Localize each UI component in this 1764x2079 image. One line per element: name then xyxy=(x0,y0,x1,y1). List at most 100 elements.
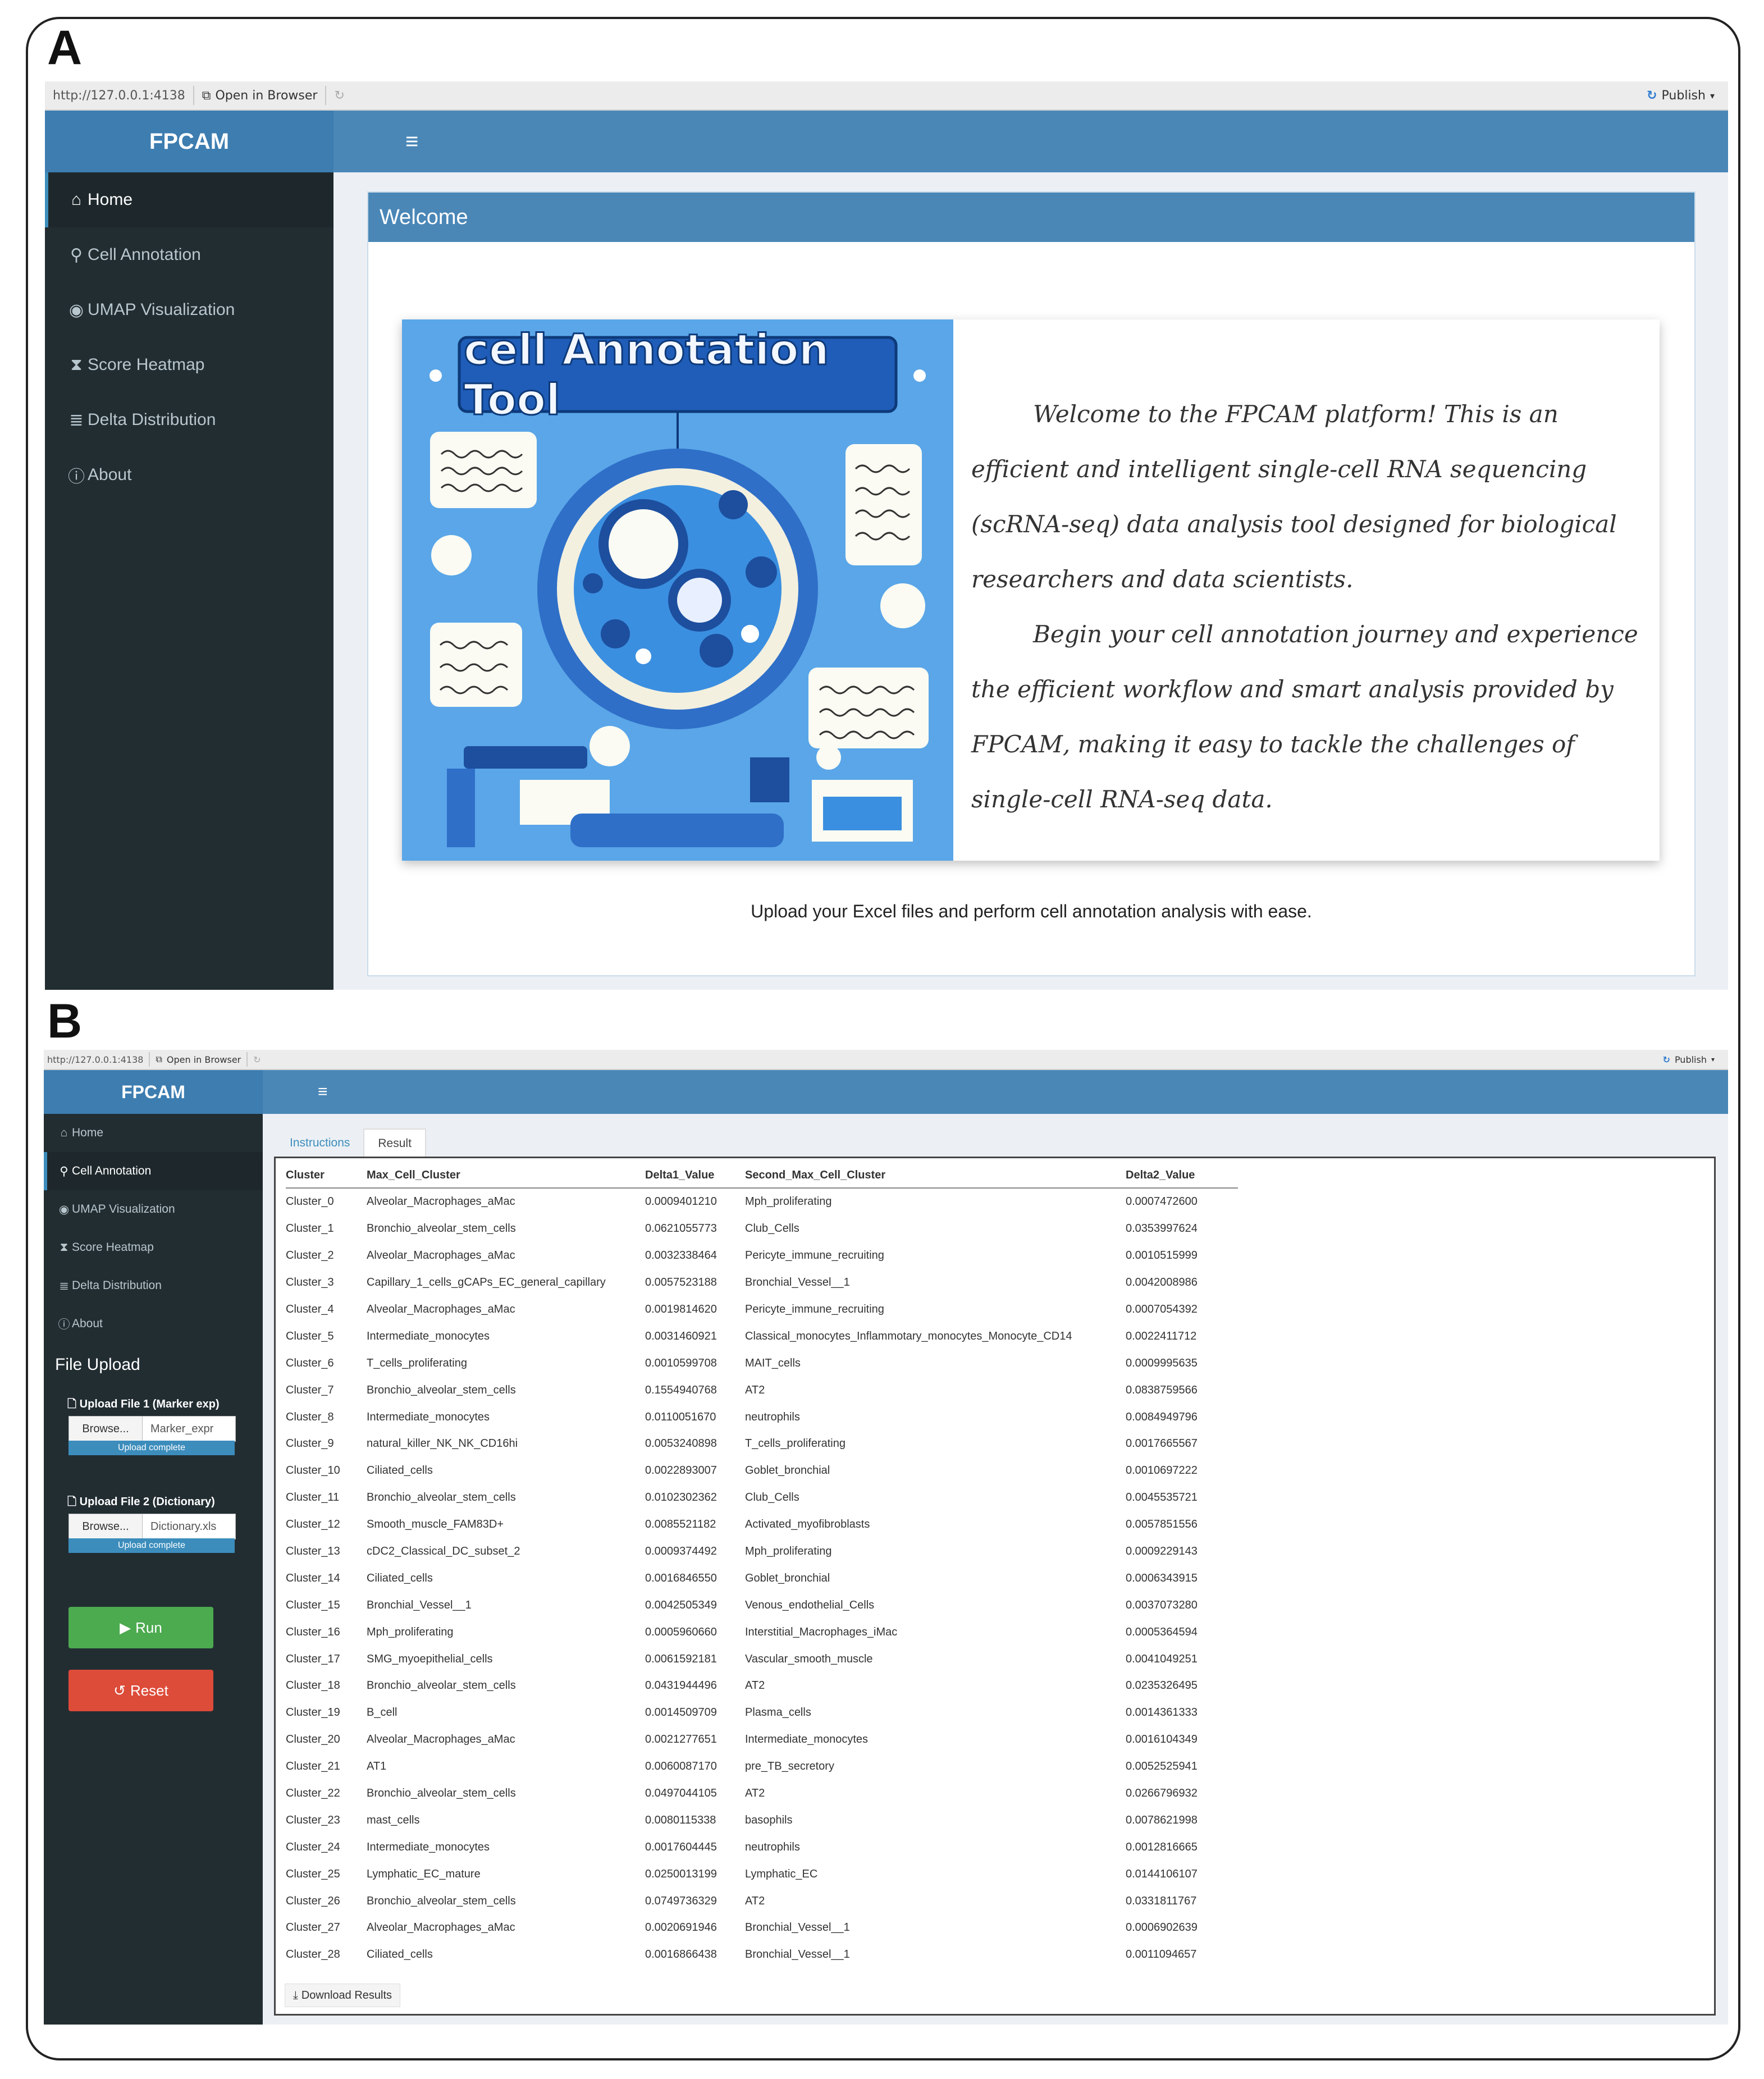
table-cell: B_cell xyxy=(367,1706,397,1719)
info-icon: ⓘ xyxy=(68,468,85,486)
column-header[interactable]: Cluster xyxy=(286,1163,367,1189)
sidebar-item-cell-annotation[interactable]: ⚲ Cell Annotation xyxy=(45,227,333,282)
refresh-icon[interactable]: ↻ xyxy=(253,1054,261,1065)
reset-button[interactable]: ↺ Reset xyxy=(68,1670,213,1711)
welcome-description: Welcome to the FPCAM platform! This is a… xyxy=(971,387,1639,827)
table-row: Cluster_22 Bronchio_alveolar_stem_cells 0.… xyxy=(286,1780,1238,1807)
browse-button-1[interactable]: Browse... xyxy=(69,1417,143,1441)
column-header[interactable]: Delta2_Value xyxy=(1126,1163,1238,1189)
table-cell: Smooth_muscle_FAM83D+ xyxy=(367,1518,504,1531)
tab-instructions[interactable]: Instructions xyxy=(276,1128,363,1158)
top-navbar-b: FPCAM ≡ xyxy=(44,1070,1728,1114)
table-cell: Cluster_1 xyxy=(286,1222,334,1235)
sidebar-item-score-heatmap[interactable]: ⧗ Score Heatmap xyxy=(44,1228,263,1267)
table-cell: Classical_monocytes_Inflammotary_monocyt… xyxy=(745,1329,1072,1342)
sidebar-item-umap[interactable]: ◉ UMAP Visualization xyxy=(44,1190,263,1228)
table-cell: Capillary_1_cells_gCAPs_EC_general_capil… xyxy=(367,1276,606,1289)
hamburger-icon[interactable]: ≡ xyxy=(318,1070,328,1114)
table-cell: 0.0006902639 xyxy=(1126,1921,1198,1934)
sidebar-item-umap[interactable]: ◉ UMAP Visualization xyxy=(45,282,333,337)
refresh-icon[interactable]: ↻ xyxy=(334,89,344,103)
table-cell: Interstitial_Macrophages_iMac xyxy=(745,1625,898,1638)
table-cell: 0.0061592181 xyxy=(645,1652,717,1665)
open-in-browser-button-b[interactable]: ⧉ Open in Browser xyxy=(156,1054,241,1065)
table-cell: Intermediate_monocytes xyxy=(745,1733,869,1746)
sidebar-item-delta-distribution[interactable]: ≣ Delta Distribution xyxy=(44,1267,263,1305)
sidebar-item-about[interactable]: ⓘ About xyxy=(45,447,333,502)
open-in-browser-button[interactable]: ⧉ Open in Browser xyxy=(202,89,318,103)
publish-button[interactable]: ↻ Publish ▾ xyxy=(1647,89,1715,103)
column-header[interactable]: Delta1_Value xyxy=(645,1163,745,1189)
column-header[interactable]: Second_Max_Cell_Cluster xyxy=(745,1163,1126,1189)
table-cell: AT2 xyxy=(745,1679,765,1692)
hourglass-icon: ⧗ xyxy=(70,355,83,374)
table-cell: Plasma_cells xyxy=(745,1706,811,1719)
table-cell: 0.0037073280 xyxy=(1126,1598,1198,1611)
table-cell: 0.0009374492 xyxy=(645,1545,717,1558)
table-cell: 0.0016846550 xyxy=(645,1571,717,1584)
url-text-b[interactable]: http://127.0.0.1:4138 xyxy=(47,1054,143,1065)
upload-file-1-input[interactable]: Browse... Marker_expr xyxy=(68,1416,236,1442)
table-cell: 0.0235326495 xyxy=(1126,1679,1198,1692)
hamburger-icon[interactable]: ≡ xyxy=(405,111,418,172)
table-cell: 0.0016104349 xyxy=(1126,1733,1198,1746)
table-row: Cluster_27 Alveolar_Macrophages_aMac 0.002… xyxy=(286,1914,1238,1941)
table-cell: 0.0102302362 xyxy=(645,1491,717,1504)
upload-file-2-input[interactable]: Browse... Dictionary.xls xyxy=(68,1514,236,1539)
sidebar-item-home[interactable]: ⌂ Home xyxy=(45,172,333,227)
welcome-paragraph-1: Welcome to the FPCAM platform! This is a… xyxy=(971,400,1617,593)
table-cell: Ciliated_cells xyxy=(367,1464,433,1477)
table-cell: 0.0014361333 xyxy=(1126,1706,1198,1719)
sidebar-item-home[interactable]: ⌂ Home xyxy=(44,1114,263,1152)
column-header[interactable]: Max_Cell_Cluster xyxy=(367,1163,645,1189)
app-window-b: FPCAM ≡ ⌂ Home ⚲ Cell Annotation ◉ UMAP … xyxy=(44,1070,1728,2025)
table-cell: 0.0331811767 xyxy=(1126,1894,1197,1907)
result-tabs: Instructions Result xyxy=(276,1128,426,1158)
table-row: Cluster_28 Ciliated_cells 0.0016866438 Bron… xyxy=(286,1941,1238,1968)
table-cell: 0.0006343915 xyxy=(1126,1571,1198,1584)
welcome-footer-text: Upload your Excel files and perform cell… xyxy=(751,901,1312,921)
table-cell: Intermediate_monocytes xyxy=(367,1329,490,1342)
sidebar-item-delta-distribution[interactable]: ≣ Delta Distribution xyxy=(45,392,333,447)
welcome-card: cell Annotation Tool Welcome to the FPCA… xyxy=(402,319,1660,861)
app-logo-b[interactable]: FPCAM xyxy=(44,1070,263,1114)
table-row: Cluster_15 Bronchial_Vessel__1 0.004250534… xyxy=(286,1592,1238,1619)
browser-bar-b: http://127.0.0.1:4138 ⧉ Open in Browser … xyxy=(44,1050,1728,1070)
sidebar-item-cell-annotation[interactable]: ⚲ Cell Annotation xyxy=(44,1152,263,1190)
table-cell: natural_killer_NK_NK_CD16hi xyxy=(367,1437,518,1450)
publish-icon: ↻ xyxy=(1662,1054,1670,1065)
upload-file-1-label: 🗋 Upload File 1 (Marker exp) xyxy=(67,1398,220,1410)
table-row: Cluster_12 Smooth_muscle_FAM83D+ 0.0085521… xyxy=(286,1511,1238,1538)
undo-icon: ↺ xyxy=(113,1682,126,1699)
home-icon: ⌂ xyxy=(60,1126,68,1139)
table-cell: Lymphatic_EC_mature xyxy=(367,1867,481,1880)
table-cell: 0.0621055773 xyxy=(645,1222,717,1235)
table-cell: Bronchio_alveolar_stem_cells xyxy=(367,1787,516,1800)
table-cell: Cluster_25 xyxy=(286,1867,340,1880)
publish-button-b[interactable]: ↻ Publish ▾ xyxy=(1663,1054,1715,1065)
table-cell: Mph_proliferating xyxy=(367,1625,454,1638)
tab-result[interactable]: Result xyxy=(363,1128,426,1158)
run-button[interactable]: ▶ Run xyxy=(68,1607,213,1648)
table-cell: 0.0007054392 xyxy=(1126,1303,1198,1315)
table-cell: 0.0085521182 xyxy=(645,1518,716,1531)
chevron-down-icon: ▾ xyxy=(1711,1056,1715,1063)
browse-button-2[interactable]: Browse... xyxy=(69,1514,143,1539)
browser-bar: http://127.0.0.1:4138 ⧉ Open in Browser … xyxy=(45,81,1728,111)
table-cell: Cluster_12 xyxy=(286,1518,340,1531)
table-cell: 0.0017665567 xyxy=(1126,1437,1198,1450)
sidebar-item-score-heatmap[interactable]: ⧗ Score Heatmap xyxy=(45,337,333,392)
table-cell: 0.0021277651 xyxy=(645,1733,717,1746)
table-cell: Cluster_0 xyxy=(286,1195,334,1208)
app-logo[interactable]: FPCAM xyxy=(45,111,333,172)
table-cell: pre_TB_secretory xyxy=(745,1760,834,1773)
sidebar-item-about[interactable]: ⓘ About xyxy=(44,1305,263,1343)
download-results-button[interactable]: ⤓ Download Results xyxy=(285,1984,401,2007)
top-navbar: FPCAM ≡ xyxy=(45,111,1728,172)
table-cell: Cluster_28 xyxy=(286,1948,340,1961)
table-cell: 0.0749736329 xyxy=(645,1894,717,1907)
table-cell: Bronchio_alveolar_stem_cells xyxy=(367,1383,516,1396)
upload-file-2-filename: Dictionary.xls xyxy=(150,1520,217,1533)
url-text[interactable]: http://127.0.0.1:4138 xyxy=(53,89,185,103)
microscope-icon: ⚲ xyxy=(70,245,83,264)
